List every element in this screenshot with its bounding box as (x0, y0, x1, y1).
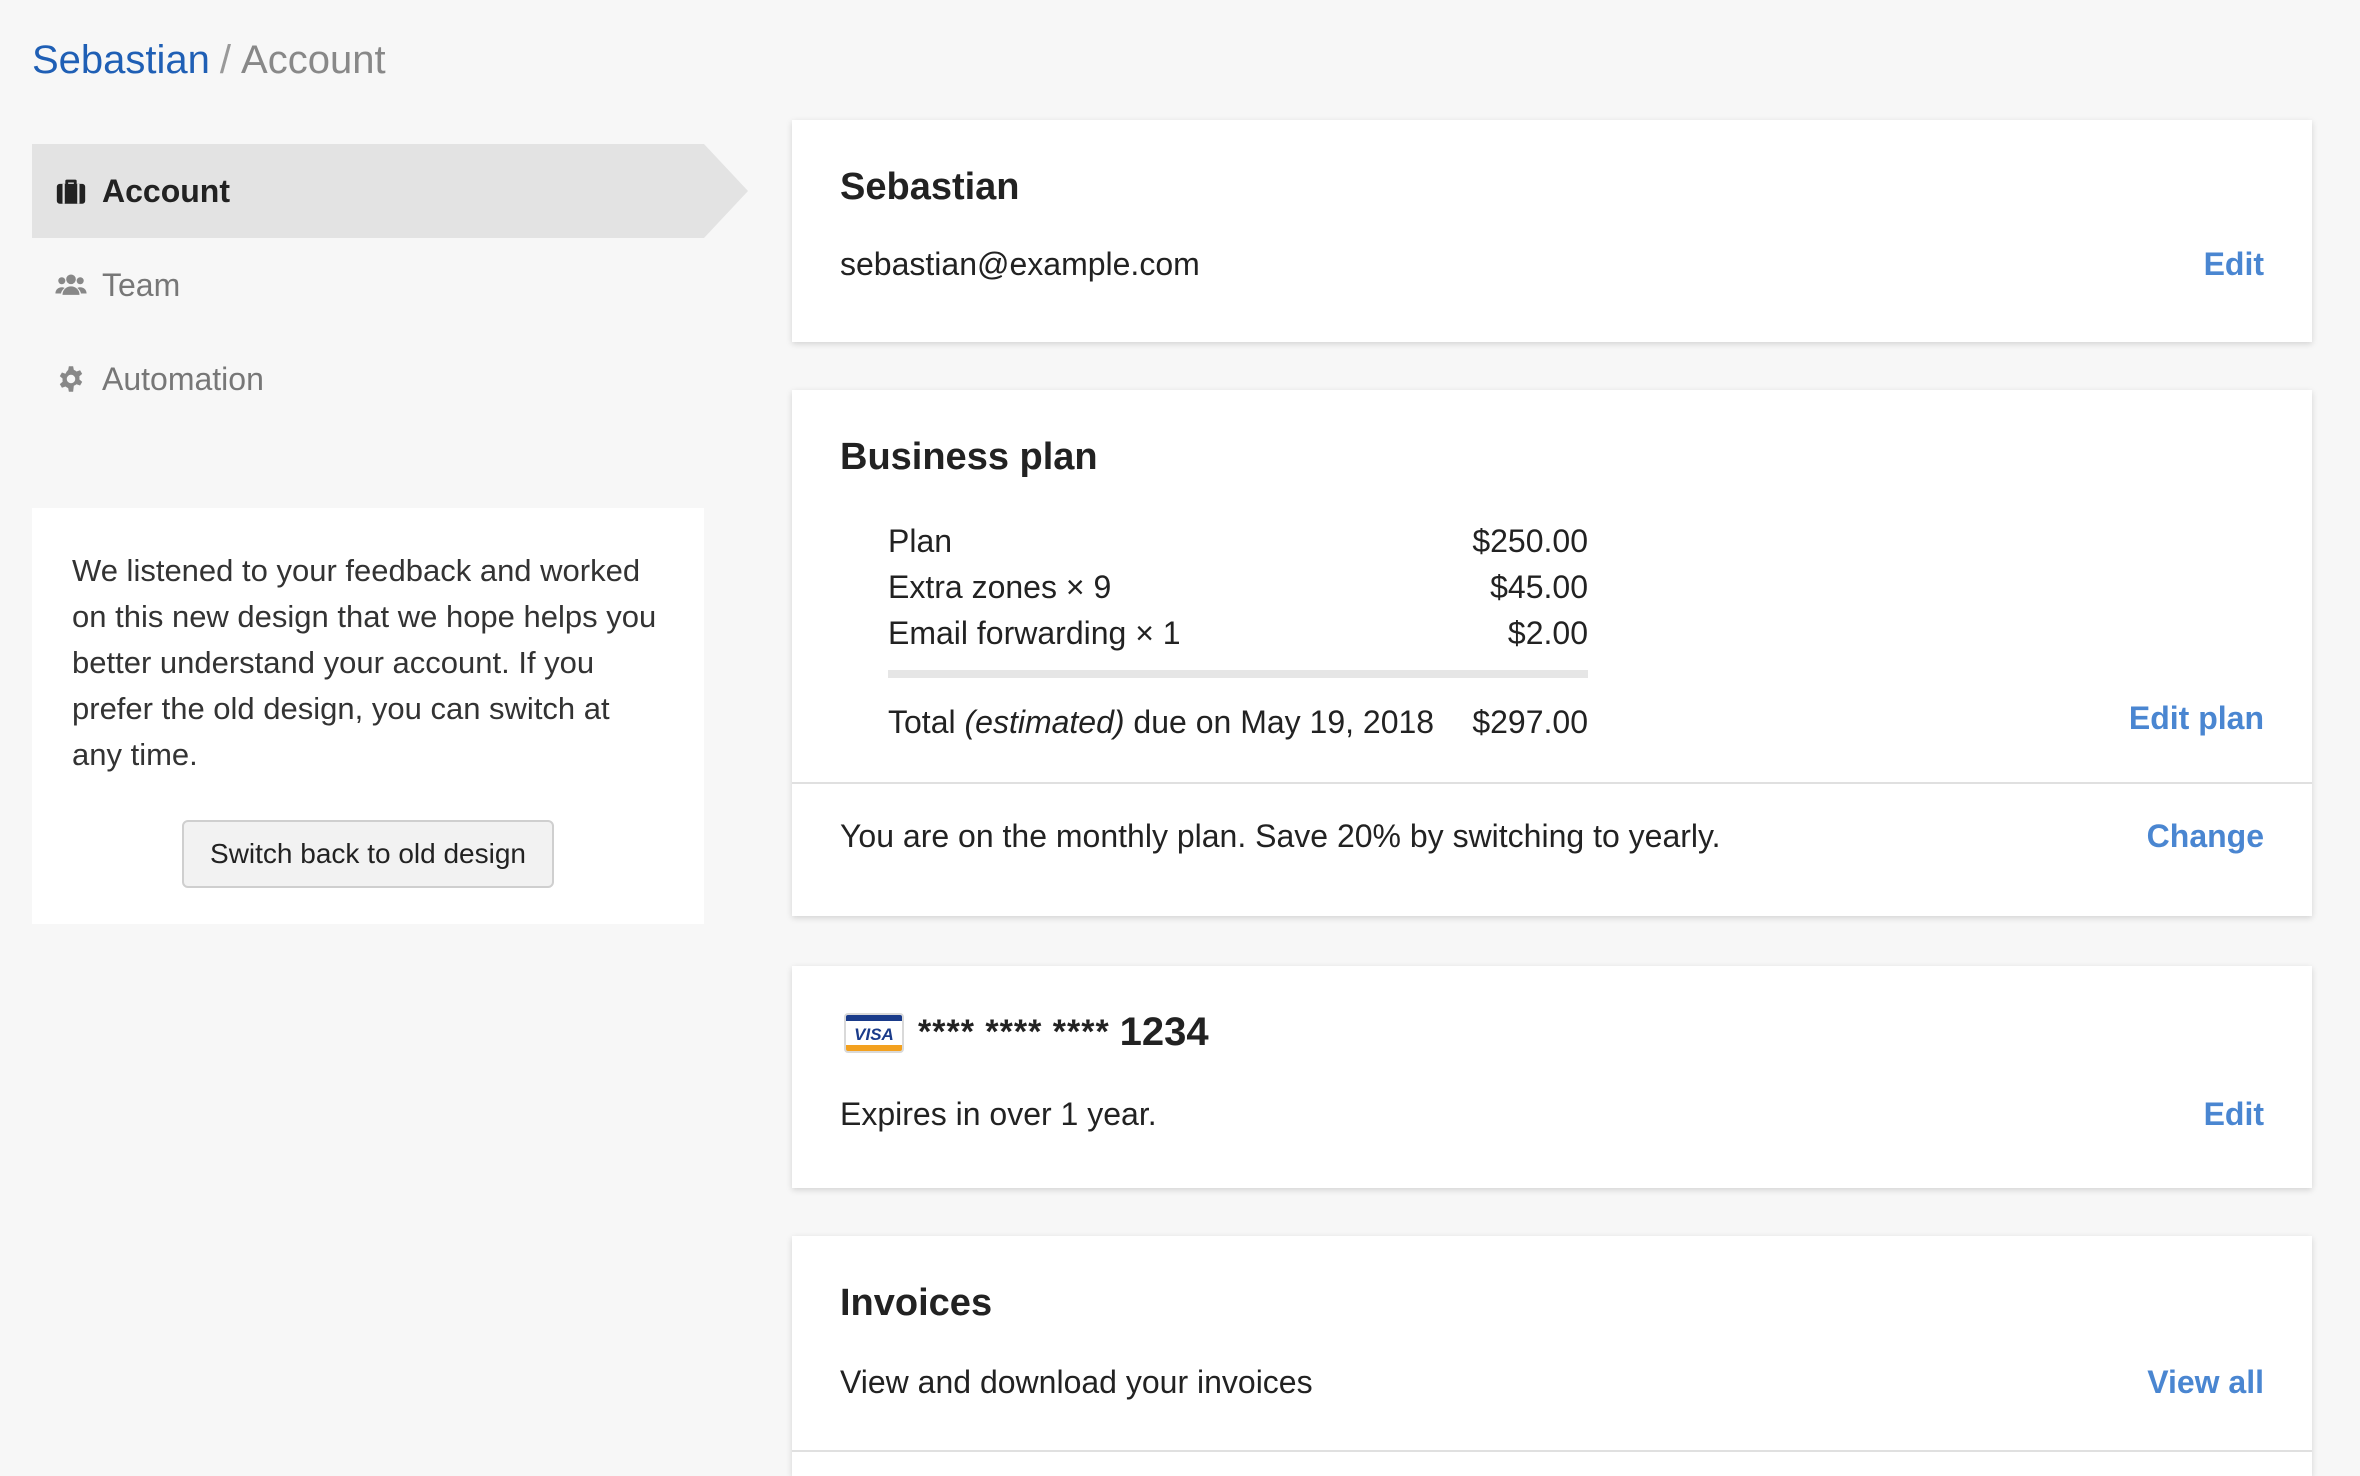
users-icon (54, 268, 88, 302)
invoices-card: Invoices View and download your invoices… (792, 1236, 2312, 1476)
plan-line-label: Extra zones × 9 (888, 568, 1112, 605)
edit-user-link[interactable]: Edit (2204, 246, 2264, 283)
breadcrumb-current: Account (241, 38, 386, 82)
user-card: Sebastian sebastian@example.com Edit (792, 120, 2312, 342)
breadcrumb-separator: / (219, 38, 232, 82)
sidebar-item-automation[interactable]: Automation (32, 332, 704, 426)
plan-total: Total (estimated) due on May 19, 2018 $2… (888, 694, 1588, 750)
card-divider (792, 782, 2312, 784)
total-amount: $297.00 (1472, 703, 1588, 740)
invoices-row: View and download your invoices View all (840, 1364, 2264, 1401)
design-notice: We listened to your feedback and worked … (32, 508, 704, 924)
total-estimated: (estimated) (964, 703, 1125, 740)
total-due-date: due on May 19, 2018 (1133, 703, 1435, 740)
sidebar-item-label: Account (102, 172, 230, 209)
plan-line-amount: $45.00 (1490, 568, 1588, 605)
plan-line-label: Plan (888, 522, 953, 559)
plan-breakdown: Plan $250.00 Extra zones × 9 $45.00 Emai… (888, 518, 1588, 750)
sidebar-item-label: Automation (102, 360, 264, 397)
plan-line-item: Extra zones × 9 $45.00 (888, 564, 1588, 610)
plan-line-item: Plan $250.00 (888, 518, 1588, 564)
breadcrumb: Sebastian / Account (32, 34, 386, 86)
edit-payment-link[interactable]: Edit (2204, 1096, 2264, 1133)
switch-old-design-button[interactable]: Switch back to old design (182, 820, 554, 888)
breadcrumb-link-user[interactable]: Sebastian (32, 38, 210, 82)
card-divider (792, 1450, 2312, 1452)
plan-divider-rule (888, 670, 1588, 678)
sidebar-item-label: Team (102, 266, 181, 303)
briefcase-icon (54, 174, 88, 208)
card-masked-digits: **** **** **** (918, 1013, 1110, 1051)
sidebar-item-account[interactable]: Account (32, 144, 748, 238)
card-last4: 1234 (1119, 1010, 1209, 1054)
plan-title: Business plan (840, 436, 1098, 478)
plan-line-amount: $2.00 (1507, 614, 1588, 651)
billing-note: You are on the monthly plan. Save 20% by… (840, 818, 1721, 854)
change-billing-link[interactable]: Change (2147, 818, 2264, 855)
card-expiry: Expires in over 1 year. (840, 1096, 1157, 1132)
visa-card-icon: VISA (844, 1012, 904, 1053)
sidebar: Account Team Automation (32, 144, 748, 426)
plan-line-item: Email forwarding × 1 $2.00 (888, 610, 1588, 656)
plan-line-label: Email forwarding × 1 (888, 614, 1181, 651)
plan-card: Business plan Plan $250.00 Extra zones ×… (792, 390, 2312, 916)
card-brand: VISA (854, 1024, 894, 1044)
notice-text: We listened to your feedback and worked … (72, 553, 657, 772)
invoices-title: Invoices (840, 1282, 993, 1324)
card-number-row: VISA **** **** **** 1234 (844, 1010, 1209, 1055)
card-expiry-row: Expires in over 1 year. Edit (840, 1096, 2264, 1133)
billing-cycle-row: You are on the monthly plan. Save 20% by… (840, 818, 2264, 855)
sidebar-item-team[interactable]: Team (32, 238, 704, 332)
payment-card: VISA **** **** **** 1234 Expires in over… (792, 966, 2312, 1188)
total-prefix: Total (888, 703, 956, 740)
gear-icon (54, 362, 88, 396)
view-all-invoices-link[interactable]: View all (2147, 1364, 2264, 1401)
edit-plan-link[interactable]: Edit plan (2129, 700, 2264, 737)
plan-line-amount: $250.00 (1472, 522, 1588, 559)
user-email: sebastian@example.com (840, 246, 1200, 282)
user-name: Sebastian (840, 166, 1020, 208)
total-label: Total (estimated) due on May 19, 2018 (888, 704, 1434, 741)
invoices-description: View and download your invoices (840, 1364, 1313, 1400)
